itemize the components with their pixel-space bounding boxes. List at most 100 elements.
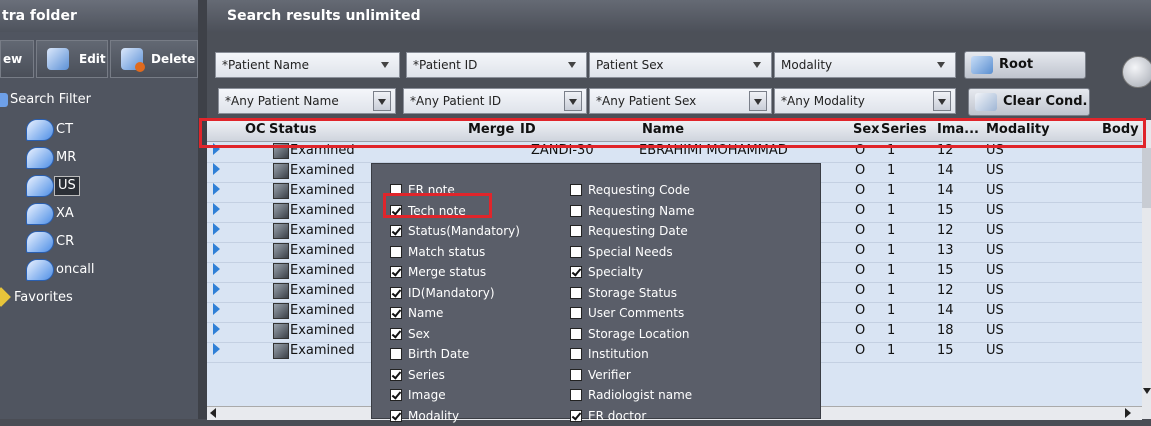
column-option-label: Status(Mandatory)	[408, 224, 520, 238]
checkbox[interactable]	[570, 184, 582, 196]
sex-cell: O	[855, 243, 866, 258]
scroll-left-icon[interactable]	[210, 408, 216, 418]
column-option-institution[interactable]: Institution	[570, 344, 649, 364]
filter-icon	[0, 93, 8, 107]
dropdown-icon[interactable]	[564, 91, 582, 111]
checkbox[interactable]	[390, 307, 402, 319]
tree-item-oncall[interactable]: oncall	[0, 256, 198, 284]
column-option-sex[interactable]: Sex	[390, 324, 430, 344]
column-option-storage-location[interactable]: Storage Location	[570, 324, 690, 344]
checkbox[interactable]	[570, 368, 582, 381]
modality-field-select[interactable]: Modality	[774, 52, 956, 78]
column-option-requesting-name[interactable]: Requesting Name	[570, 201, 695, 221]
patient-id-field-select[interactable]: *Patient ID	[406, 52, 587, 78]
column-option-user-comments[interactable]: User Comments	[570, 303, 684, 323]
checkbox[interactable]	[570, 286, 582, 299]
search-filter-node[interactable]: Search Filter	[0, 86, 198, 114]
checkbox[interactable]	[570, 348, 582, 360]
dropdown-icon[interactable]	[933, 91, 951, 111]
checkbox[interactable]	[390, 368, 402, 381]
column-option-match-status[interactable]: Match status	[390, 242, 485, 262]
patient-sex-filter[interactable]: *Any Patient Sex	[589, 88, 772, 114]
tree-item-mr[interactable]: MR	[0, 144, 198, 172]
modality-filter[interactable]: *Any Modality	[774, 88, 956, 114]
column-option-image[interactable]: Image	[390, 385, 446, 405]
column-option-special-needs[interactable]: Special Needs	[570, 242, 673, 262]
row-expand-icon[interactable]	[213, 243, 220, 255]
row-expand-icon[interactable]	[213, 203, 220, 215]
column-option-requesting-code[interactable]: Requesting Code	[570, 180, 690, 200]
column-option-verifier[interactable]: Verifier	[570, 365, 631, 385]
checkbox[interactable]	[390, 225, 402, 237]
checkbox[interactable]	[570, 204, 582, 217]
column-option-storage-status[interactable]: Storage Status	[570, 283, 677, 303]
column-option-label: ER doctor	[588, 408, 647, 423]
checkbox[interactable]	[390, 327, 402, 340]
row-expand-icon[interactable]	[213, 343, 220, 355]
column-option-birth-date[interactable]: Birth Date	[390, 344, 469, 364]
delete-button[interactable]: Delete	[110, 40, 198, 78]
checkbox[interactable]	[390, 389, 402, 401]
column-option-modality[interactable]: Modality	[390, 406, 459, 426]
column-option-er-doctor[interactable]: ER doctor	[570, 406, 646, 426]
panel-splitter[interactable]	[198, 0, 207, 419]
modality-filter-value: *Any Modality	[781, 94, 865, 108]
scroll-thumb[interactable]	[1142, 148, 1151, 208]
row-expand-icon[interactable]	[213, 263, 220, 275]
images-cell: 15	[937, 343, 954, 358]
tree-item-ct[interactable]: CT	[0, 116, 198, 144]
view-label: ew	[3, 52, 23, 66]
favorites-node[interactable]: Favorites	[0, 284, 198, 312]
patient-name-filter-value: *Any Patient Name	[225, 94, 339, 108]
checkbox[interactable]	[570, 327, 582, 340]
checkbox[interactable]	[390, 348, 402, 360]
column-option-name[interactable]: Name	[390, 303, 443, 323]
dropdown-icon[interactable]	[749, 91, 767, 111]
column-option-status-mandatory[interactable]: Status(Mandatory)	[390, 221, 520, 241]
row-expand-icon[interactable]	[213, 283, 220, 295]
patient-sex-field-select[interactable]: Patient Sex	[589, 52, 772, 78]
status-cell: Examined	[290, 303, 355, 318]
column-option-id-mandatory[interactable]: ID(Mandatory)	[390, 283, 495, 303]
sex-cell: O	[855, 183, 866, 198]
column-option-radiologist-name[interactable]: Radiologist name	[570, 385, 692, 405]
row-expand-icon[interactable]	[213, 323, 220, 335]
row-expand-icon[interactable]	[213, 223, 220, 235]
images-cell: 13	[937, 243, 954, 258]
checkbox[interactable]	[570, 307, 582, 319]
root-button[interactable]: Root	[964, 51, 1086, 79]
checkbox[interactable]	[570, 266, 582, 278]
column-option-specialty[interactable]: Specialty	[570, 262, 643, 282]
patient-id-filter[interactable]: *Any Patient ID	[403, 88, 587, 114]
series-cell: 1	[887, 203, 896, 218]
checkbox[interactable]	[390, 245, 402, 258]
patient-name-filter[interactable]: *Any Patient Name	[218, 88, 396, 114]
search-orb-button[interactable]	[1122, 56, 1151, 88]
clear-cond-button[interactable]: Clear Cond.	[968, 88, 1090, 116]
column-option-merge-status[interactable]: Merge status	[390, 262, 486, 282]
images-cell: 14	[937, 303, 954, 318]
vertical-scrollbar[interactable]	[1142, 120, 1151, 419]
checkbox[interactable]	[390, 409, 402, 422]
column-option-requesting-date[interactable]: Requesting Date	[570, 221, 688, 241]
patient-name-field-select[interactable]: *Patient Name	[215, 52, 400, 78]
checkbox[interactable]	[570, 409, 582, 422]
column-option-series[interactable]: Series	[390, 365, 445, 385]
checkbox[interactable]	[570, 389, 582, 401]
scroll-right-icon[interactable]	[1125, 408, 1131, 418]
dropdown-icon[interactable]	[373, 91, 391, 111]
view-button[interactable]: ew	[0, 40, 34, 78]
status-cell: Examined	[290, 203, 355, 218]
tree-item-us[interactable]: US	[0, 172, 198, 200]
checkbox[interactable]	[570, 225, 582, 237]
edit-button[interactable]: Edit	[36, 40, 108, 78]
scroll-down-icon[interactable]	[1143, 388, 1151, 394]
tree-item-cr[interactable]: CR	[0, 228, 198, 256]
checkbox[interactable]	[390, 286, 402, 299]
row-expand-icon[interactable]	[213, 303, 220, 315]
checkbox[interactable]	[570, 245, 582, 258]
row-expand-icon[interactable]	[213, 163, 220, 175]
row-expand-icon[interactable]	[213, 183, 220, 195]
checkbox[interactable]	[390, 266, 402, 278]
tree-item-xa[interactable]: XA	[0, 200, 198, 228]
